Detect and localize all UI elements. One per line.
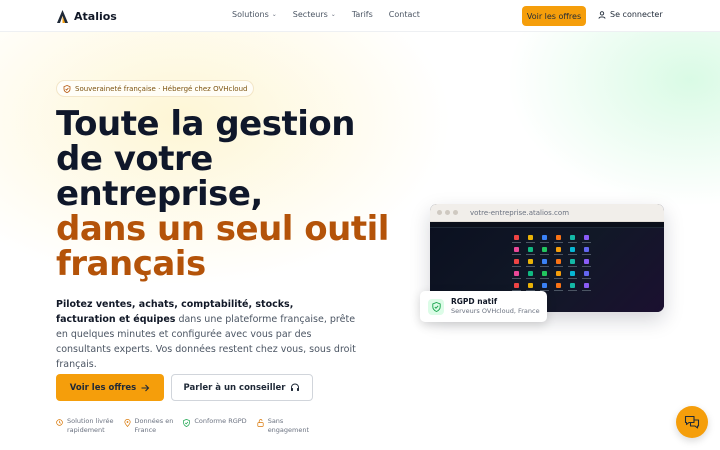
main-nav: Solutions ⌄ Secteurs ⌄ Tarifs Contact bbox=[232, 10, 420, 19]
arrow-right-icon bbox=[141, 384, 150, 391]
headline-line: entreprise, bbox=[56, 174, 263, 214]
app-tile bbox=[552, 271, 564, 280]
nav-secteurs[interactable]: Secteurs ⌄ bbox=[293, 10, 336, 19]
shield-check-icon bbox=[428, 298, 444, 315]
brand-logo[interactable]: Atalios bbox=[57, 8, 117, 24]
window-dot bbox=[437, 210, 442, 215]
nav-tarifs-label: Tarifs bbox=[351, 10, 373, 19]
view-offers-button[interactable]: Voir les offres bbox=[56, 374, 164, 401]
shield-check-icon bbox=[183, 419, 191, 427]
app-tile bbox=[580, 235, 592, 244]
app-tile bbox=[510, 235, 522, 244]
login-label: Se connecter bbox=[610, 10, 663, 19]
feature-item: Solution livrée rapidement bbox=[56, 417, 114, 435]
window-dot bbox=[445, 210, 450, 215]
app-tile bbox=[566, 283, 578, 292]
login-link[interactable]: Se connecter bbox=[598, 10, 663, 19]
rgpd-card: RGPD natif Serveurs OVHcloud, France bbox=[420, 291, 547, 322]
chat-bubbles-icon bbox=[684, 415, 700, 429]
rgpd-card-subtitle: Serveurs OVHcloud, France bbox=[451, 307, 540, 315]
app-tile bbox=[538, 235, 550, 244]
feature-list: Solution livrée rapidement Données en Fran… bbox=[56, 417, 309, 435]
feature-item: Données en France bbox=[123, 417, 174, 435]
app-tile bbox=[538, 259, 550, 268]
nav-solutions[interactable]: Solutions ⌄ bbox=[232, 10, 277, 19]
nav-solutions-label: Solutions bbox=[232, 10, 269, 19]
feature-text: Données en bbox=[134, 417, 174, 425]
chevron-down-icon: ⌄ bbox=[330, 11, 336, 18]
chevron-down-icon: ⌄ bbox=[271, 11, 277, 18]
feature-text: Solution livrée bbox=[67, 417, 114, 425]
feature-text: Sans bbox=[267, 417, 284, 425]
app-tile bbox=[552, 259, 564, 268]
app-tile bbox=[580, 271, 592, 280]
app-tile bbox=[580, 247, 592, 256]
shield-check-icon bbox=[63, 84, 71, 93]
app-tile bbox=[552, 247, 564, 256]
top-navbar: Atalios Solutions ⌄ Secteurs ⌄ Tarifs Co… bbox=[0, 0, 720, 32]
headline-accent-line: français bbox=[56, 244, 206, 284]
atalios-logo-icon bbox=[57, 9, 68, 23]
unlock-icon bbox=[257, 419, 264, 427]
app-tile bbox=[538, 247, 550, 256]
app-tile bbox=[580, 283, 592, 292]
nav-contact-label: Contact bbox=[388, 10, 420, 19]
user-icon bbox=[598, 10, 606, 19]
app-tile bbox=[510, 247, 522, 256]
app-tile bbox=[566, 247, 578, 256]
window-dot bbox=[453, 210, 458, 215]
nav-tarifs[interactable]: Tarifs bbox=[352, 10, 373, 19]
app-tile bbox=[552, 283, 564, 292]
app-tile bbox=[580, 259, 592, 268]
app-tile bbox=[566, 271, 578, 280]
app-tile bbox=[524, 235, 536, 244]
browser-url: votre-entreprise.atalios.com bbox=[470, 208, 570, 217]
app-icon-grid bbox=[510, 235, 592, 292]
headset-icon bbox=[291, 383, 300, 391]
talk-to-advisor-button[interactable]: Parler à un conseiller bbox=[171, 374, 313, 401]
sovereignty-badge: Souveraineté française · Hébergé chez OV… bbox=[56, 80, 255, 97]
headline-line: de votre bbox=[56, 139, 213, 179]
headline-line: Toute la gestion bbox=[56, 104, 355, 144]
app-tile bbox=[538, 271, 550, 280]
app-tile bbox=[524, 271, 536, 280]
page-title: Toute la gestion de votre entreprise, da… bbox=[56, 107, 416, 282]
feature-text: Conforme RGPD bbox=[194, 417, 247, 425]
hero-description: Pilotez ventes, achats, comptabilité, st… bbox=[56, 297, 356, 372]
nav-contact[interactable]: Contact bbox=[389, 10, 420, 19]
feature-text: rapidement bbox=[67, 426, 105, 434]
feature-text: France bbox=[134, 426, 157, 434]
brand-name: Atalios bbox=[74, 9, 117, 23]
clock-icon bbox=[56, 419, 63, 426]
badge-text: Souveraineté française · Hébergé chez OV… bbox=[75, 84, 248, 93]
chat-button[interactable] bbox=[676, 406, 708, 438]
nav-secteurs-label: Secteurs bbox=[292, 10, 328, 19]
map-pin-icon bbox=[123, 419, 131, 427]
headline-accent-line: dans un seul outil bbox=[56, 209, 389, 249]
app-tile bbox=[552, 235, 564, 244]
app-tile bbox=[510, 259, 522, 268]
talk-to-advisor-label: Parler à un conseiller bbox=[183, 382, 286, 393]
browser-toolbar: votre-entreprise.atalios.com bbox=[430, 204, 664, 222]
view-offers-label: Voir les offres bbox=[69, 382, 137, 393]
app-tile bbox=[524, 247, 536, 256]
app-tile bbox=[566, 235, 578, 244]
feature-item: Sans engagement bbox=[257, 417, 309, 435]
header-offers-button[interactable]: Voir les offres bbox=[522, 6, 586, 26]
app-tile bbox=[524, 259, 536, 268]
rgpd-card-title: RGPD natif bbox=[451, 297, 498, 306]
app-tile bbox=[566, 259, 578, 268]
feature-text: engagement bbox=[267, 426, 310, 434]
app-tile bbox=[510, 271, 522, 280]
feature-item: Conforme RGPD bbox=[183, 417, 247, 435]
app-topbar bbox=[430, 222, 664, 228]
